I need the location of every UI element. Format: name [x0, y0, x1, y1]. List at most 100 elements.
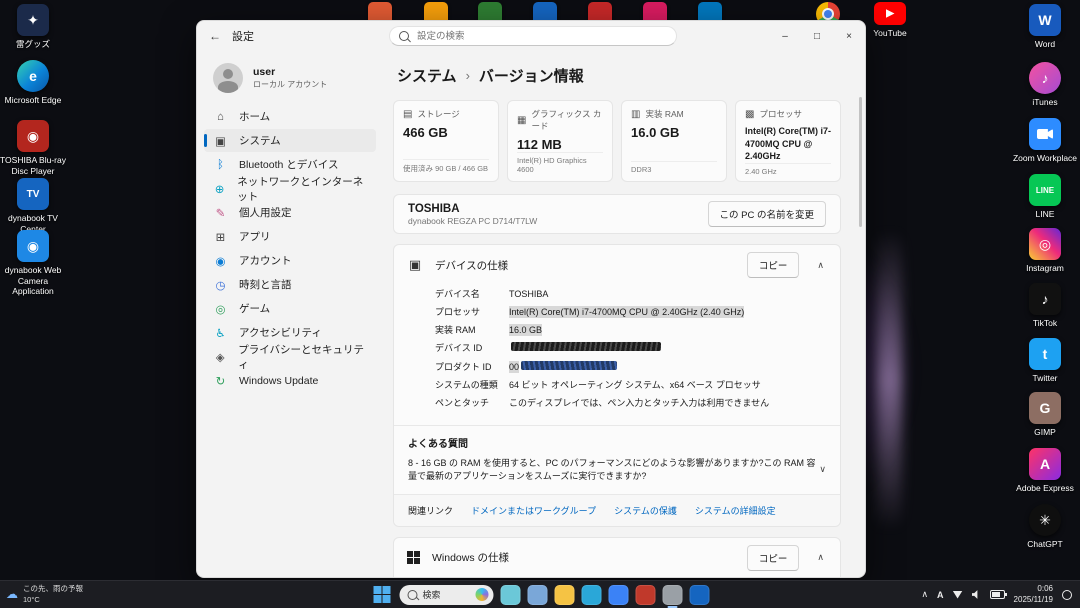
minimize-button[interactable]: –: [769, 21, 801, 51]
back-button[interactable]: ←: [202, 23, 228, 49]
summary-cards: ▤ストレージ 466 GB 使用済み 90 GB / 466 GB ▦グラフィッ…: [393, 100, 841, 182]
ram-icon: ▥: [631, 109, 640, 120]
account-summary[interactable]: user ローカル アカウント: [197, 55, 383, 105]
taskbar-search[interactable]: 検索: [400, 585, 494, 605]
link-advanced-system-settings[interactable]: システムの詳細設定: [695, 504, 776, 517]
desktop-icon-tv-center[interactable]: TV dynabook TV Center: [0, 178, 66, 234]
chevron-up-icon[interactable]: ∧: [813, 552, 828, 563]
search-icon: [399, 31, 409, 41]
desktop-icon-goods[interactable]: ✦ 雷グッズ: [0, 4, 66, 50]
ime-indicator[interactable]: A: [937, 590, 944, 600]
desktop-icon-edge[interactable]: e Microsoft Edge: [0, 60, 66, 106]
redacted-product-id: [521, 361, 617, 370]
taskbar-weather-widget[interactable]: ☁ この先、雨の予報 10°C: [6, 584, 83, 604]
maximize-button[interactable]: □: [801, 21, 833, 51]
settings-sidebar: user ローカル アカウント ⌂ホーム ▣システム ᛒBluetooth とデ…: [197, 51, 383, 577]
desktop-icon-label: Instagram: [1012, 263, 1078, 274]
taskbar-settings-icon[interactable]: [663, 585, 683, 605]
desktop-icon-tiktok[interactable]: ♪ TikTok: [1012, 283, 1078, 329]
titlebar[interactable]: ← 設定 – □ ×: [197, 21, 865, 51]
desktop-icon-chatgpt[interactable]: ✳ ChatGPT: [1012, 504, 1078, 550]
tv-center-icon: TV: [17, 178, 49, 210]
icon-glyph: t: [1043, 346, 1048, 362]
device-specs-header[interactable]: ▣ デバイスの仕様 コピー ∧: [394, 245, 840, 285]
sidebar-item-windows-update[interactable]: ↻Windows Update: [204, 369, 376, 392]
rename-pc-button[interactable]: この PC の名前を変更: [708, 201, 826, 227]
desktop-icon-line[interactable]: LINE LINE: [1012, 174, 1078, 220]
settings-search-input[interactable]: [415, 30, 667, 43]
desktop-icon-itunes[interactable]: ♪ iTunes: [1012, 62, 1078, 108]
desktop-icon-label: iTunes: [1012, 97, 1078, 108]
home-icon: ⌂: [213, 111, 228, 123]
desktop-icon-zoom[interactable]: Zoom Workplace: [1012, 118, 1078, 164]
spec-row: ペンとタッチこのディスプレイでは、ペン入力とタッチ入力は利用できません: [435, 397, 828, 409]
tray-expand-icon[interactable]: ∧: [921, 589, 928, 600]
taskbar-tv-center-icon[interactable]: [690, 585, 710, 605]
desktop-icon-twitter[interactable]: t Twitter: [1012, 338, 1078, 384]
taskbar-file-explorer-icon[interactable]: [555, 585, 575, 605]
spec-row: デバイス名TOSHIBA: [435, 288, 828, 300]
itunes-icon: ♪: [1029, 62, 1061, 94]
sidebar-item-label: アカウント: [239, 253, 292, 268]
desktop-icon-youtube[interactable]: YouTube: [858, 2, 922, 39]
breadcrumb-system[interactable]: システム: [397, 65, 457, 86]
desktop-icon-camera-app[interactable]: ◉ dynabook Web Camera Application: [0, 230, 66, 297]
chevron-up-icon[interactable]: ∧: [813, 260, 828, 271]
faq-item[interactable]: 8 - 16 GB の RAM を使用すると、PC のパフォーマンスにどのような…: [408, 457, 826, 484]
start-button[interactable]: [371, 584, 393, 606]
taskbar-clock[interactable]: 0:06 2025/11/19: [1014, 584, 1053, 605]
taskbar-copilot-icon[interactable]: [501, 585, 521, 605]
volume-icon[interactable]: [972, 590, 981, 599]
icon-glyph: LINE: [1036, 186, 1054, 195]
sidebar-item-home[interactable]: ⌂ホーム: [204, 105, 376, 128]
avatar: [213, 63, 243, 93]
taskbar-search-label: 検索: [423, 588, 441, 601]
close-button[interactable]: ×: [833, 21, 865, 51]
sidebar-item-apps[interactable]: ⊞アプリ: [204, 225, 376, 248]
battery-icon[interactable]: [990, 590, 1005, 599]
desktop-icon-instagram[interactable]: ◎ Instagram: [1012, 228, 1078, 274]
sidebar-item-time-language[interactable]: ◷時刻と言語: [204, 273, 376, 296]
device-model: dynabook REGZA PC D714/T7LW: [408, 216, 537, 226]
taskbar-bluray-icon[interactable]: [636, 585, 656, 605]
sidebar-item-accounts[interactable]: ◉アカウント: [204, 249, 376, 272]
icon-glyph: ✳: [1039, 512, 1051, 529]
desktop-icon-word[interactable]: W Word: [1012, 4, 1078, 50]
desktop-icon-gimp[interactable]: G GIMP: [1012, 392, 1078, 438]
chevron-down-icon[interactable]: ∨: [819, 457, 826, 475]
window-title: 設定: [232, 28, 254, 44]
card-subtext: DDR3: [631, 161, 717, 174]
wallpaper-streak: [876, 230, 902, 530]
clock-date: 2025/11/19: [1014, 595, 1053, 605]
desktop-icon-adobe-express[interactable]: A Adobe Express: [1012, 448, 1078, 494]
desktop-icon-label: dynabook Web Camera Application: [0, 265, 66, 297]
notification-bell-icon[interactable]: [1062, 590, 1072, 600]
windows-specs-header[interactable]: Windows の仕様 コピー ∧: [394, 538, 840, 577]
card-value: 112 MB: [517, 137, 603, 152]
spec-value: 64 ビット オペレーティング システム、x64 ベース プロセッサ: [509, 379, 761, 391]
sidebar-item-label: Windows Update: [239, 375, 318, 387]
device-specs-section: ▣ デバイスの仕様 コピー ∧ デバイス名TOSHIBA プロセッサIntel(…: [393, 244, 841, 527]
chatgpt-icon: ✳: [1029, 504, 1061, 536]
desktop-icon-bluray[interactable]: ◉ TOSHIBA Blu-ray Disc Player: [0, 120, 66, 176]
sidebar-item-privacy-security[interactable]: ◈プライバシーとセキュリティ: [204, 345, 376, 368]
spec-row: プロセッサIntel(R) Core(TM) i7-4700MQ CPU @ 2…: [435, 306, 828, 318]
copy-button[interactable]: コピー: [747, 252, 800, 278]
link-domain-workgroup[interactable]: ドメインまたはワークグループ: [471, 504, 596, 517]
copy-button[interactable]: コピー: [747, 545, 800, 571]
wifi-icon[interactable]: [953, 591, 963, 599]
sidebar-item-network-internet[interactable]: ⊕ネットワークとインターネット: [204, 177, 376, 200]
desktop-icon-label: ChatGPT: [1012, 539, 1078, 550]
sidebar-item-gaming[interactable]: ◎ゲーム: [204, 297, 376, 320]
sidebar-nav: ⌂ホーム ▣システム ᛒBluetooth とデバイス ⊕ネットワークとインター…: [197, 105, 383, 392]
icon-glyph: ♪: [1042, 70, 1049, 86]
settings-search-box[interactable]: [389, 26, 677, 46]
content-scrollbar[interactable]: [859, 97, 862, 227]
taskbar-store-icon[interactable]: [609, 585, 629, 605]
icon-glyph: W: [1038, 12, 1051, 28]
taskbar-edge-icon[interactable]: [582, 585, 602, 605]
taskbar-task-view-icon[interactable]: [528, 585, 548, 605]
link-system-protection[interactable]: システムの保護: [614, 504, 677, 517]
sidebar-item-system[interactable]: ▣システム: [204, 129, 376, 152]
sidebar-item-personalization[interactable]: ✎個人用設定: [204, 201, 376, 224]
